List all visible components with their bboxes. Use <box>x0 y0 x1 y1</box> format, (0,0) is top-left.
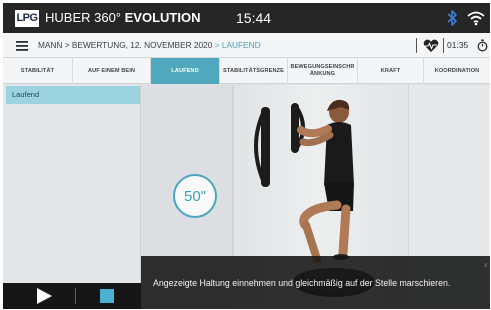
lpg-logo: LPG <box>15 10 39 27</box>
device-screen: LPG HUBER 360° EVOLUTION 15:44 MANN > BE… <box>3 3 490 309</box>
divider <box>75 288 76 304</box>
bluetooth-icon[interactable] <box>446 9 458 27</box>
exercise-list-item-laufend[interactable]: Laufend <box>6 86 140 104</box>
top-status-bar: LPG HUBER 360° EVOLUTION 15:44 <box>3 3 490 33</box>
wifi-icon[interactable] <box>467 10 485 26</box>
tab-stabilitaet[interactable]: STABILITÄT <box>3 58 73 84</box>
breadcrumb-path[interactable]: MANN > BEWERTUNG, 12. NOVEMBER 2020 <box>38 40 212 50</box>
tab-laufend[interactable]: LAUFEND <box>151 58 220 84</box>
countdown-badge: 50" <box>173 174 217 218</box>
caption-close-button[interactable]: x <box>484 262 488 269</box>
heart-rate-icon[interactable] <box>423 39 439 53</box>
session-timer: 01:35 <box>447 40 469 50</box>
exercise-tabs: STABILITÄT AUF EINEM BEIN LAUFEND STABIL… <box>3 58 490 84</box>
screen-frame: LPG HUBER 360° EVOLUTION 15:44 MANN > BE… <box>0 0 491 310</box>
stopwatch-icon[interactable] <box>477 39 488 52</box>
tab-bewegungseinschraenkung[interactable]: BEWEGUNGSEINSCHR ÄNKUNG <box>288 58 358 84</box>
tab-koordination[interactable]: KOORDINATION <box>424 58 490 84</box>
breadcrumb-separator: > <box>212 40 222 50</box>
breadcrumb-current: LAUFEND <box>221 40 261 50</box>
tab-auf-einem-bein[interactable]: AUF EINEM BEIN <box>73 58 151 84</box>
divider <box>416 38 417 53</box>
breadcrumb: MANN > BEWERTUNG, 12. NOVEMBER 2020 > LA… <box>38 40 261 51</box>
stop-icon[interactable] <box>100 289 114 303</box>
exercise-list-panel: Laufend <box>3 85 141 283</box>
app-title: HUBER 360° EVOLUTION <box>45 10 200 26</box>
hamburger-menu-icon[interactable] <box>16 41 28 51</box>
app-title-light: HUBER 360° <box>45 10 122 25</box>
divider <box>443 38 444 53</box>
app-title-bold: EVOLUTION <box>124 10 201 25</box>
instruction-caption: Angezeigte Haltung einnehmen und gleichm… <box>141 256 490 309</box>
system-clock: 15:44 <box>236 10 272 26</box>
tab-stabilitaetsgrenze[interactable]: STABILITÄTSGRENZE <box>220 58 288 84</box>
breadcrumb-bar: MANN > BEWERTUNG, 12. NOVEMBER 2020 > LA… <box>3 33 490 58</box>
player-controls <box>3 283 141 309</box>
play-icon[interactable] <box>36 288 52 304</box>
tab-kraft[interactable]: KRAFT <box>358 58 424 84</box>
instruction-text: Angezeigte Haltung einnehmen und gleichm… <box>153 278 451 288</box>
